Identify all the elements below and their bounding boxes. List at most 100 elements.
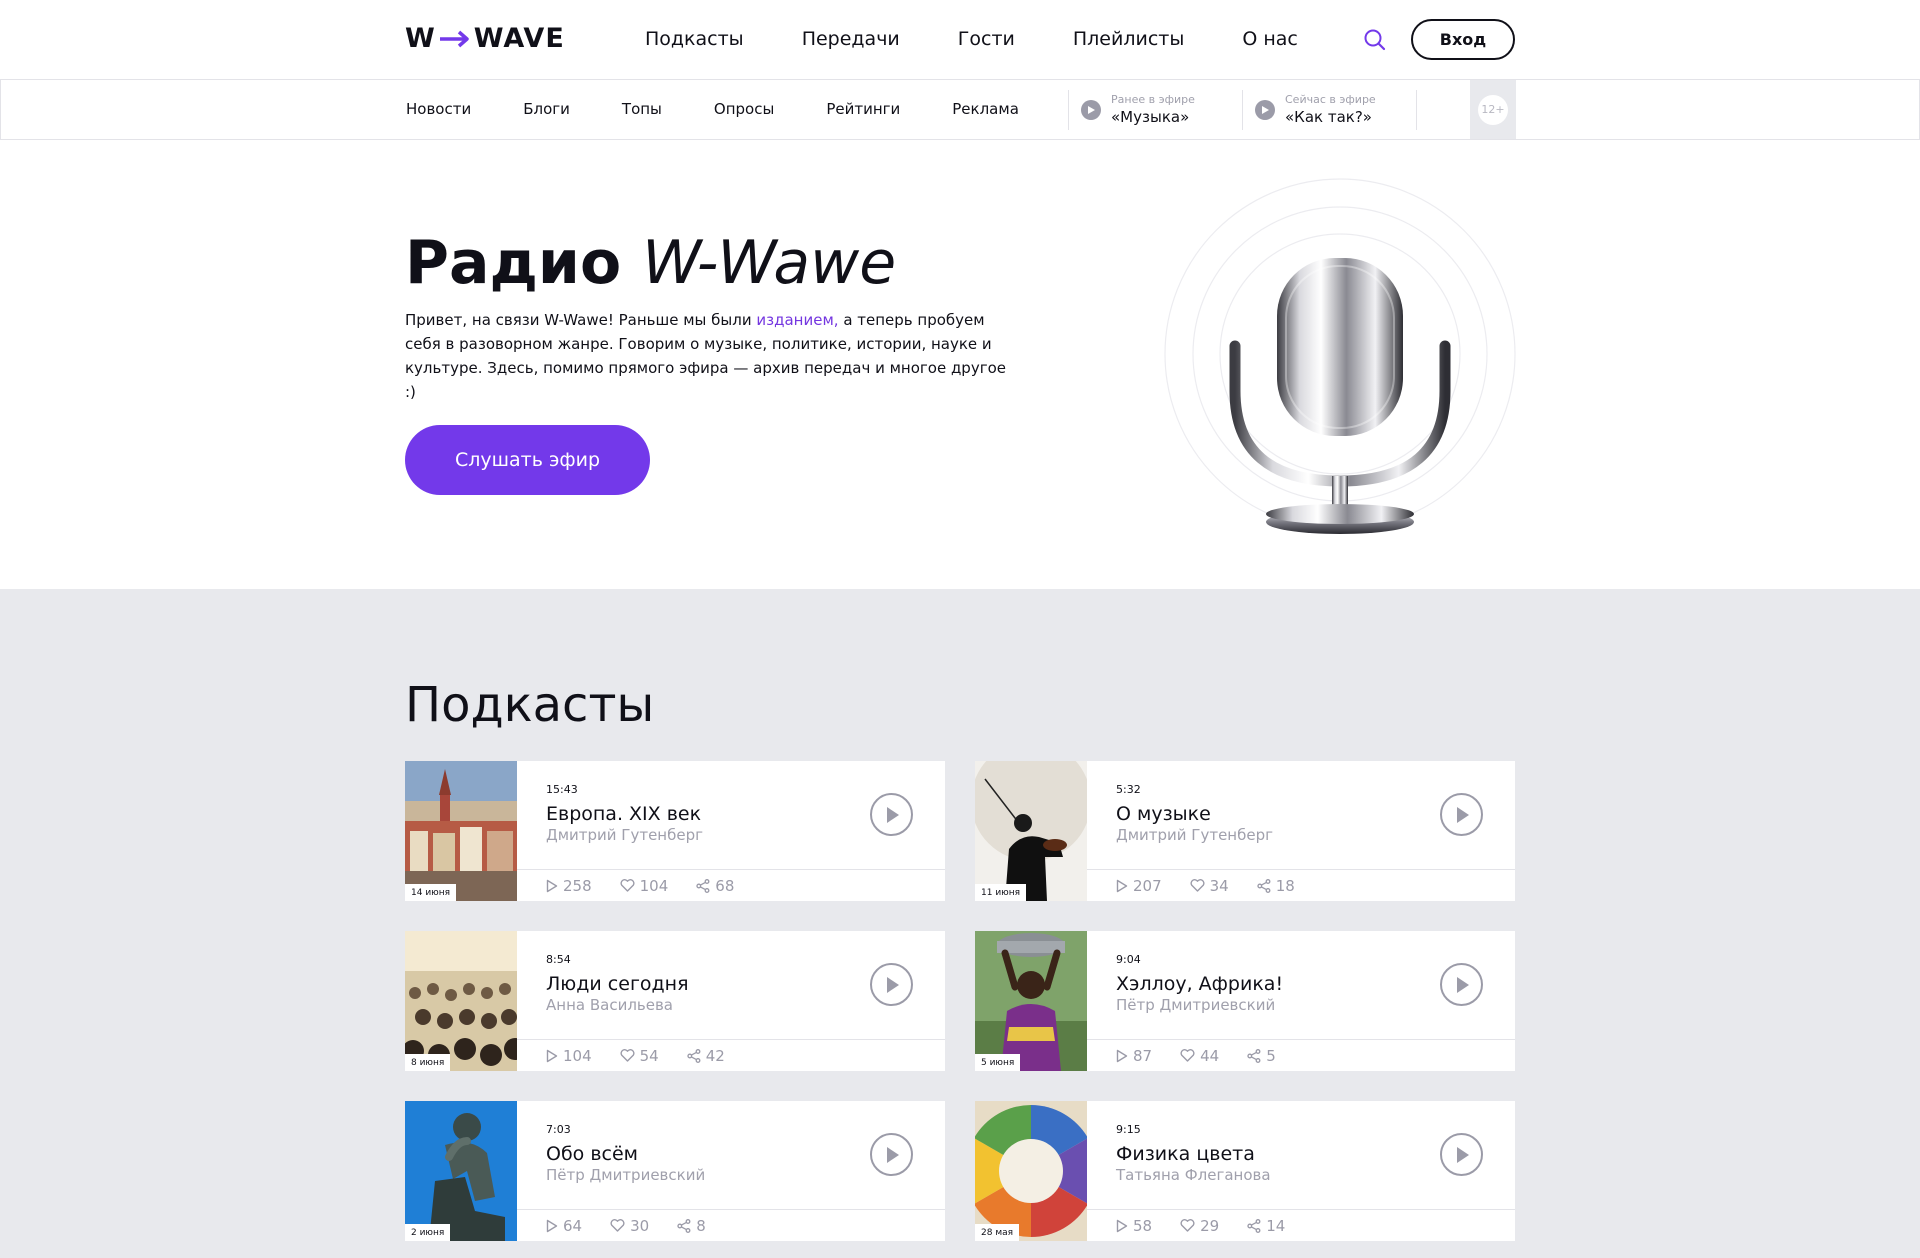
play-button[interactable] [870,1133,913,1176]
likes-count: 104 [639,876,669,895]
site-header: W WAVE Подкасты Передачи Гости Плейлисты… [0,0,1920,80]
podcast-card[interactable]: 14 июня 15:43 Европа. XIX век Дмитрий Гу… [405,761,945,901]
podcast-thumb: 2 июня [405,1101,517,1241]
hero-desc-link[interactable]: изданием, [756,311,838,329]
podcast-duration: 15:43 [546,783,578,796]
stat-likes[interactable]: 30 [610,1217,649,1235]
subnav-news[interactable]: Новости [406,98,471,120]
stat-shares[interactable]: 14 [1247,1217,1285,1235]
podcast-thumb: 11 июня [975,761,1087,901]
stat-shares[interactable]: 68 [696,877,734,895]
plays-count: 207 [1133,876,1162,895]
podcast-author[interactable]: Дмитрий Гутенберг [1116,826,1273,844]
play-outline-icon [1116,1219,1128,1232]
subnav-blogs[interactable]: Блоги [523,98,570,120]
shares-count: 68 [715,876,735,895]
stat-likes[interactable]: 34 [1190,877,1229,895]
stat-plays: 64 [546,1217,582,1235]
podcast-author[interactable]: Дмитрий Гутенберг [546,826,703,844]
play-button[interactable] [870,793,913,836]
podcast-author[interactable]: Пётр Дмитриевский [546,1166,705,1184]
podcast-card[interactable]: 5 июня 9:04 Хэллоу, Африка! Пётр Дмитрие… [975,931,1515,1071]
section-title: Подкасты [405,677,655,733]
hero-section: Радио W-Wawe Привет, на связи W-Wawe! Ра… [0,140,1920,589]
play-button[interactable] [1440,793,1483,836]
stat-likes[interactable]: 54 [620,1047,659,1065]
crowd-icon [405,931,517,1071]
subnav-polls[interactable]: Опросы [714,98,774,120]
play-outline-icon [546,1049,558,1062]
podcast-stats: 87 44 5 [1087,1039,1515,1071]
podcast-card-body: 7:03 Обо всём Пётр Дмитриевский [517,1101,945,1209]
current-on-air[interactable]: Сейчас в эфире «Как так?» [1255,90,1376,130]
podcast-duration: 8:54 [546,953,571,966]
hero-description: Привет, на связи W-Wawe! Раньше мы были … [405,308,1015,404]
nav-podcasts[interactable]: Подкасты [645,27,744,51]
podcast-title[interactable]: О музыке [1116,802,1211,826]
play-button[interactable] [1440,963,1483,1006]
play-button[interactable] [1440,1133,1483,1176]
stat-likes[interactable]: 44 [1180,1047,1219,1065]
podcast-card[interactable]: 11 июня 5:32 О музыке Дмитрий Гутенберг … [975,761,1515,901]
logo[interactable]: W WAVE [405,23,565,54]
african-woman-icon [975,931,1087,1071]
likes-count: 44 [1200,1046,1220,1065]
nav-about[interactable]: О нас [1242,27,1298,51]
podcast-title[interactable]: Физика цвета [1116,1142,1255,1166]
podcast-author[interactable]: Анна Васильева [546,996,673,1014]
podcast-card[interactable]: 8 июня 8:54 Люди сегодня Анна Васильева … [405,931,945,1071]
listen-live-button[interactable]: Слушать эфир [405,425,650,495]
podcast-title[interactable]: Европа. XIX век [546,802,701,826]
podcast-thumb: 14 июня [405,761,517,901]
podcast-title[interactable]: Обо всём [546,1142,638,1166]
subnav-tops[interactable]: Топы [622,98,662,120]
podcast-thumb: 28 мая [975,1101,1087,1241]
podcast-title[interactable]: Хэллоу, Африка! [1116,972,1283,996]
podcast-card[interactable]: 2 июня 7:03 Обо всём Пётр Дмитриевский 6… [405,1101,945,1241]
play-icon [886,976,899,993]
shares-count: 8 [696,1216,706,1235]
thinker-statue-icon [405,1101,517,1241]
stat-plays: 104 [546,1047,592,1065]
podcast-date: 28 мая [975,1224,1020,1241]
podcasts-section: Подкасты 14 июня 15:43 Европа. XIX век Д… [0,589,1920,1258]
stat-shares[interactable]: 18 [1257,877,1295,895]
previous-on-air[interactable]: Ранее в эфире «Музыка» [1081,90,1195,130]
heart-icon [620,1049,635,1062]
podcast-title[interactable]: Люди сегодня [546,972,689,996]
search-button[interactable] [1363,28,1387,52]
town-icon [405,761,517,901]
sub-nav: Новости Блоги Топы Опросы Рейтинги Рекла… [0,80,1920,140]
nav-playlists[interactable]: Плейлисты [1073,27,1184,51]
stat-shares[interactable]: 5 [1247,1047,1276,1065]
stat-shares[interactable]: 42 [687,1047,725,1065]
podcast-author[interactable]: Пётр Дмитриевский [1116,996,1275,1014]
heart-icon [1190,879,1205,892]
stat-shares[interactable]: 8 [677,1217,706,1235]
subnav-ratings[interactable]: Рейтинги [826,98,900,120]
share-icon [1257,878,1271,893]
podcast-author[interactable]: Татьяна Флеганова [1116,1166,1271,1184]
share-icon [696,878,710,893]
play-button[interactable] [870,963,913,1006]
plays-count: 64 [563,1216,583,1235]
share-icon [1247,1048,1261,1063]
play-icon [886,806,899,823]
subnav-ads[interactable]: Реклама [952,98,1019,120]
nav-shows[interactable]: Передачи [802,27,900,51]
podcast-card[interactable]: 28 мая 9:15 Физика цвета Татьяна Флегано… [975,1101,1515,1241]
podcast-thumb: 5 июня [975,931,1087,1071]
logo-right: WAVE [473,23,565,54]
logo-arrow-icon [439,30,469,48]
age-rating: 12+ [1470,80,1516,139]
likes-count: 30 [630,1216,650,1235]
heart-icon [1180,1049,1195,1062]
nav-guests[interactable]: Гости [958,27,1015,51]
share-icon [1247,1218,1261,1233]
share-icon [677,1218,691,1233]
podcast-stats: 58 29 14 [1087,1209,1515,1241]
login-button[interactable]: Вход [1411,19,1515,60]
stat-likes[interactable]: 104 [620,876,669,895]
stat-likes[interactable]: 29 [1180,1217,1219,1235]
divider [1068,90,1069,130]
